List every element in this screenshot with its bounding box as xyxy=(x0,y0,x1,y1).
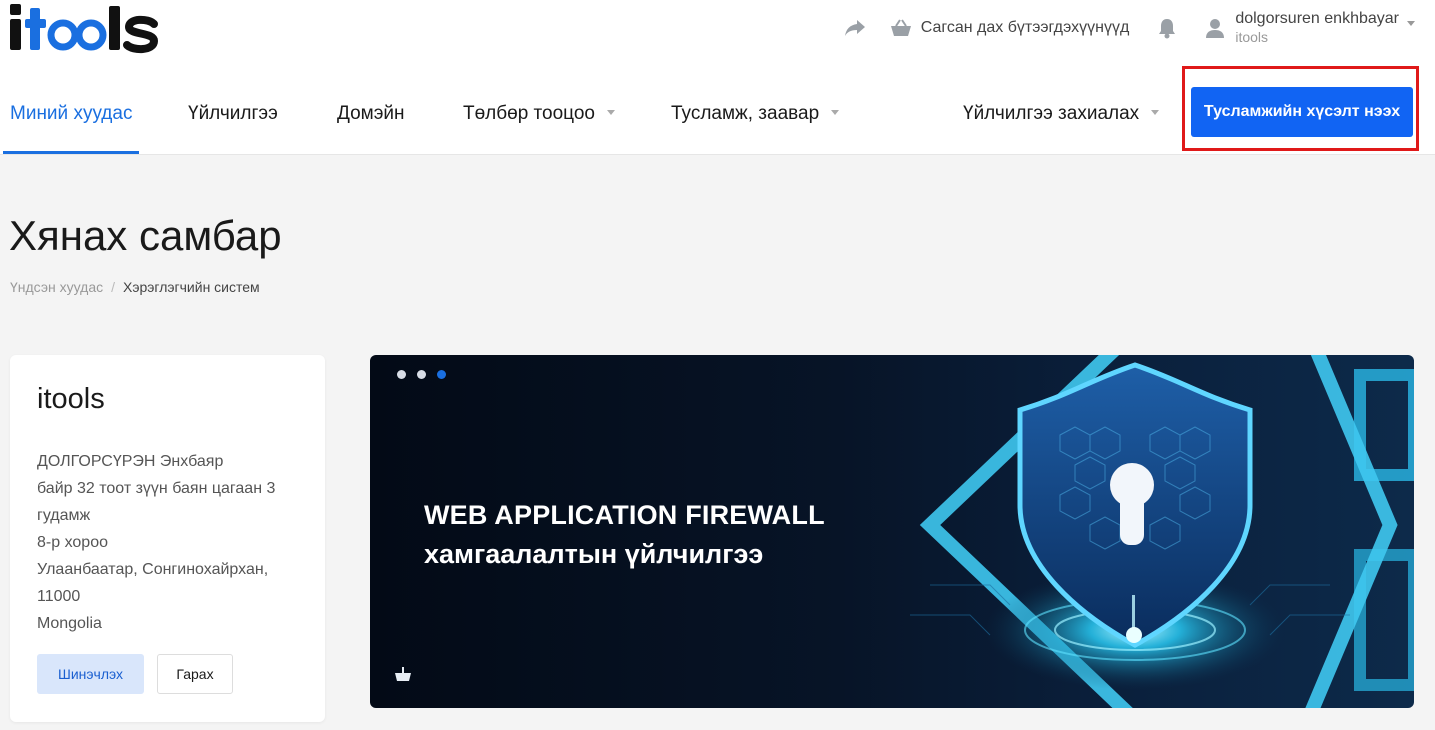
site-header: Сагсан дах бүтээгдэхүүнүүд dolgorsuren e… xyxy=(0,0,1435,155)
address-line: 8-р хороо xyxy=(37,534,108,551)
itools-logo[interactable] xyxy=(8,2,160,54)
breadcrumb-home[interactable]: Үндсэн хуудас xyxy=(10,279,103,295)
chevron-down-icon xyxy=(606,109,615,115)
user-org: itools xyxy=(1235,29,1269,45)
account-card-title: itools xyxy=(37,383,105,415)
address-line: гудамж xyxy=(37,507,91,524)
address-line: Улаанбаатар, Сонгинохайрхан, xyxy=(37,561,269,578)
user-menu[interactable]: dolgorsuren enkhbayar itools xyxy=(1203,9,1415,47)
share-icon[interactable] xyxy=(843,16,867,40)
user-icon xyxy=(1203,16,1227,40)
bell-icon[interactable] xyxy=(1155,16,1179,40)
user-name: dolgorsuren enkhbayar xyxy=(1235,10,1399,27)
nav-item-domain[interactable]: Домэйн xyxy=(337,74,405,154)
nav-item-my-page[interactable]: Миний хуудас xyxy=(2,74,140,154)
carousel-dots xyxy=(397,370,457,379)
chevron-down-icon xyxy=(831,109,840,115)
nav-item-billing[interactable]: Төлбөр тооцоо xyxy=(463,74,615,154)
nav-label: Тусламж, заавар xyxy=(671,103,820,124)
carousel-dot-active[interactable] xyxy=(437,370,446,379)
address-line: Mongolia xyxy=(37,615,102,632)
shield-lock-illustration xyxy=(910,355,1414,708)
promo-banner[interactable]: WEB APPLICATION FIREWALL хамгаалалтын үй… xyxy=(370,355,1414,708)
breadcrumb-current: Хэрэглэгчийн систем xyxy=(123,279,260,295)
basket-icon[interactable] xyxy=(394,665,412,683)
banner-subheadline: хамгаалалтын үйлчилгээ xyxy=(424,539,764,569)
page-title: Хянах самбар xyxy=(9,212,282,259)
open-support-request-button[interactable]: Тусламжийн хүсэлт нээх xyxy=(1191,87,1413,137)
support-button-highlight: Тусламжийн хүсэлт нээх xyxy=(1182,66,1419,151)
banner-headline: WEB APPLICATION FIREWALL xyxy=(424,500,825,530)
address-line: байр 32 тоот зүүн баян цагаан 3 xyxy=(37,480,276,497)
nav-label: Үйлчилгээ xyxy=(188,103,278,124)
logout-button[interactable]: Гарах xyxy=(157,654,233,694)
cart-label: Сагсан дах бүтээгдэхүүнүүд xyxy=(920,19,1130,36)
account-actions: Шинэчлэх Гарах xyxy=(37,654,233,694)
nav-label: Төлбөр тооцоо xyxy=(463,103,595,124)
carousel-dot[interactable] xyxy=(397,370,406,379)
cart-link[interactable]: Сагсан дах бүтээгдэхүүнүүд xyxy=(889,16,1130,40)
user-info: dolgorsuren enkhbayar itools xyxy=(1235,9,1399,47)
breadcrumb: Үндсэн хуудас / Хэрэглэгчийн систем xyxy=(10,279,260,295)
account-card: itools ДОЛГОРСҮРЭН Энхбаяр байр 32 тоот … xyxy=(10,355,325,722)
carousel-dot[interactable] xyxy=(417,370,426,379)
nav-item-order-service[interactable]: Үйлчилгээ захиалах xyxy=(963,74,1160,154)
breadcrumb-separator: / xyxy=(111,279,115,295)
nav-label: Миний хуудас xyxy=(10,103,133,124)
address-line: 11000 xyxy=(37,588,81,605)
nav-item-services[interactable]: Үйлчилгээ xyxy=(188,74,278,154)
nav-label: Домэйн xyxy=(337,103,405,124)
address-line: ДОЛГОРСҮРЭН Энхбаяр xyxy=(37,453,224,470)
top-utility-bar: Сагсан дах бүтээгдэхүүнүүд dolgorsuren e… xyxy=(843,8,1415,48)
basket-icon xyxy=(889,16,913,40)
chevron-down-icon xyxy=(1151,109,1160,115)
nav-item-help[interactable]: Тусламж, заавар xyxy=(671,74,840,154)
nav-label: Үйлчилгээ захиалах xyxy=(963,103,1140,124)
account-address: ДОЛГОРСҮРЭН Энхбаяр байр 32 тоот зүүн ба… xyxy=(37,448,302,637)
chevron-down-icon xyxy=(1407,20,1415,26)
edit-account-button[interactable]: Шинэчлэх xyxy=(37,654,144,694)
